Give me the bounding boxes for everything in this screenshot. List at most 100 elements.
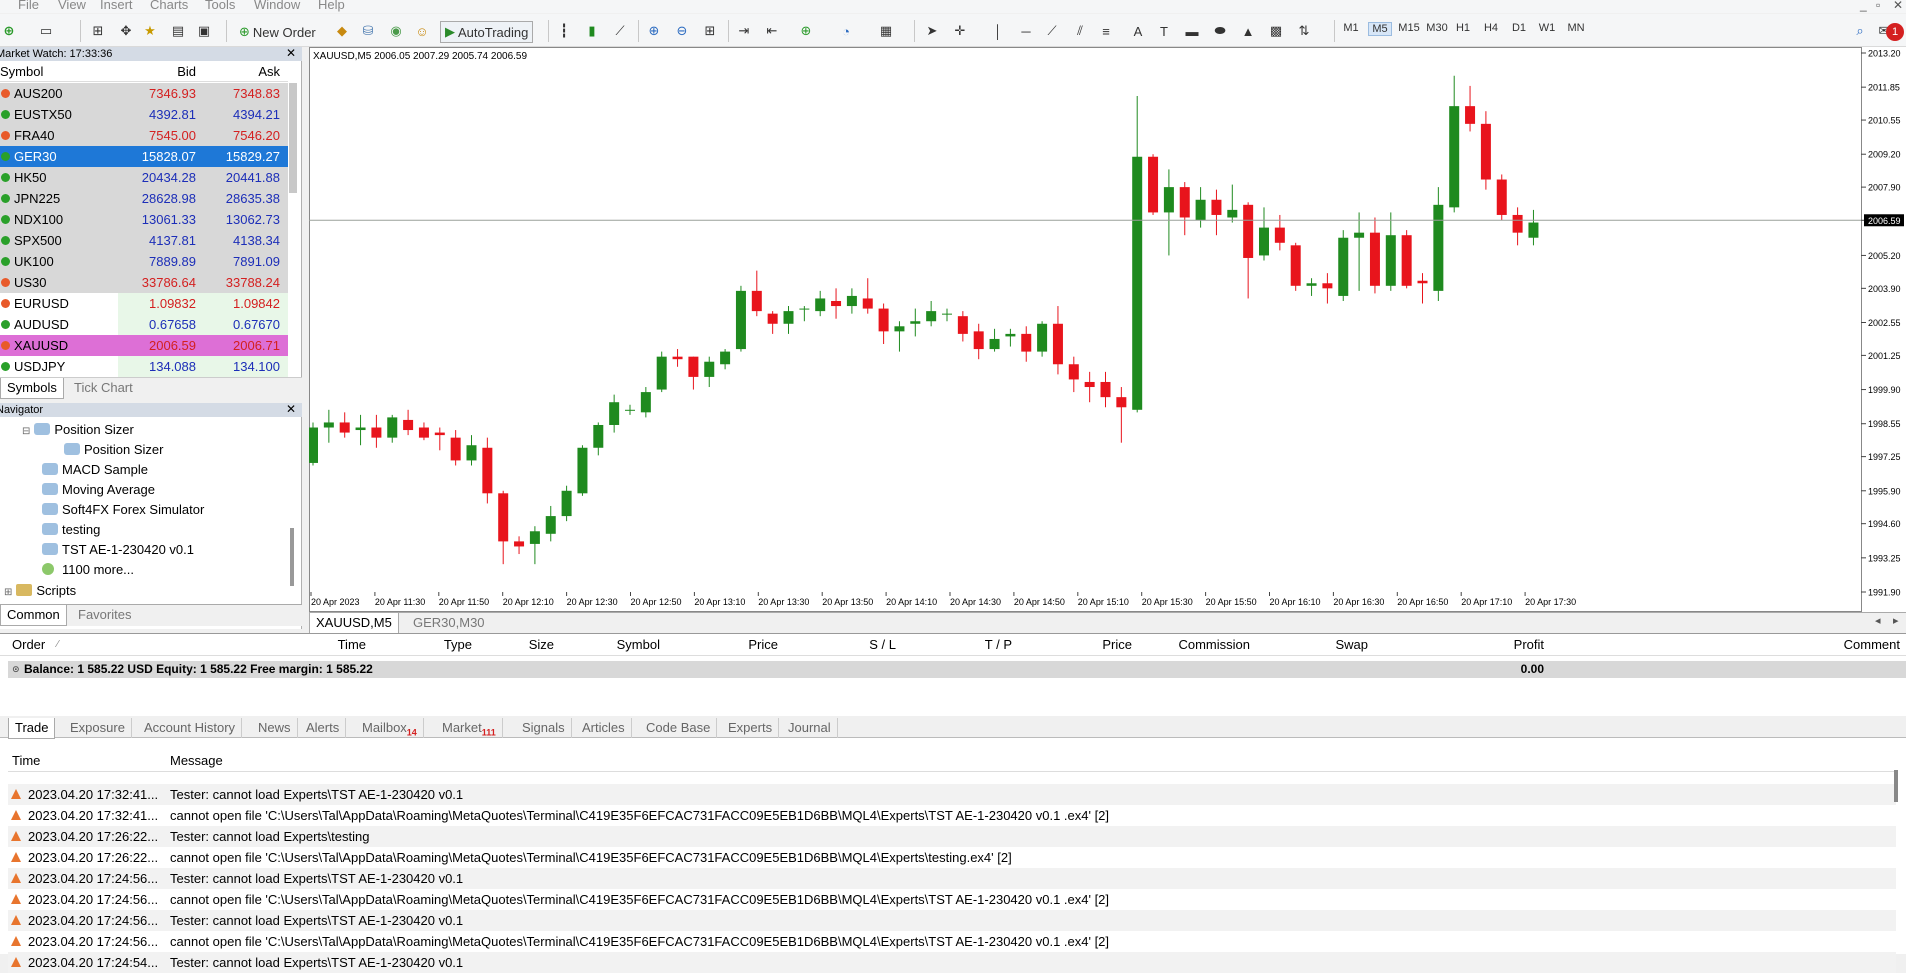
nav-item-soft4fx[interactable]: Soft4FX Forex Simulator bbox=[42, 501, 204, 519]
timeframe-m15[interactable]: M15 bbox=[1396, 22, 1422, 34]
journal-row[interactable]: 2023.04.20 17:24:56.... cannot open file … bbox=[8, 889, 1896, 910]
price2-column-header[interactable]: Price bbox=[1030, 634, 1132, 656]
market-watch-row[interactable]: USDJPY 134.088 134.100 bbox=[0, 356, 288, 377]
tab-code-base[interactable]: Code Base bbox=[640, 718, 718, 738]
candlestick-chart[interactable]: XAUUSD,M5 2006.05 2007.29 2005.74 2006.5… bbox=[309, 47, 1906, 612]
tab-articles[interactable]: Articles bbox=[576, 718, 632, 738]
menu-view[interactable]: View bbox=[58, 0, 86, 12]
tab-ger30-m30[interactable]: GER30,M30 bbox=[407, 613, 491, 633]
tab-tick-chart[interactable]: Tick Chart bbox=[68, 378, 139, 398]
periods-icon[interactable]: ◔ bbox=[838, 21, 854, 41]
triangle-icon[interactable]: ▲ bbox=[1240, 21, 1256, 41]
scroll-right-icon[interactable]: ▸ bbox=[1893, 614, 1899, 627]
trendline-icon[interactable]: ⟋ bbox=[1044, 21, 1060, 41]
zoom-out-icon[interactable]: ⊖ bbox=[674, 21, 690, 41]
timeframe-h4[interactable]: H4 bbox=[1480, 22, 1502, 34]
text-label-icon[interactable]: T bbox=[1156, 21, 1172, 41]
tab-experts[interactable]: Experts bbox=[722, 718, 780, 738]
tile-windows-icon[interactable]: ⊞ bbox=[702, 21, 718, 41]
nav-item-position-sizer[interactable]: Position Sizer bbox=[64, 441, 163, 459]
time-column-header[interactable]: Time bbox=[12, 753, 40, 768]
autoscroll-icon[interactable]: ⇥ bbox=[736, 21, 752, 41]
data-window-icon[interactable]: ✥ bbox=[118, 21, 134, 41]
nav-item-more[interactable]: 1100 more... bbox=[42, 561, 134, 579]
journal-row[interactable]: 2023.04.20 17:24:56.... Tester: cannot lo… bbox=[8, 868, 1896, 889]
timeframe-h1[interactable]: H1 bbox=[1452, 22, 1474, 34]
sl-column-header[interactable]: S / L bbox=[800, 634, 896, 656]
scrollbar[interactable] bbox=[290, 528, 294, 586]
market-watch-row[interactable]: EUSTX50 4392.81 4394.21 bbox=[0, 104, 288, 125]
order-column-header[interactable]: Order bbox=[12, 634, 45, 656]
comment-column-header[interactable]: Comment bbox=[1700, 634, 1900, 656]
text-icon[interactable]: A bbox=[1130, 21, 1146, 41]
bar-chart-icon[interactable]: ┇ bbox=[556, 21, 572, 41]
swap-column-header[interactable]: Swap bbox=[1260, 634, 1368, 656]
size-column-header[interactable]: Size bbox=[480, 634, 554, 656]
fibonacci-icon[interactable]: ≡ bbox=[1098, 21, 1114, 41]
nav-item-testing[interactable]: testing bbox=[42, 521, 100, 539]
tab-journal[interactable]: Journal bbox=[782, 718, 838, 738]
journal-row[interactable]: 2023.04.20 17:32:41.... cannot open file … bbox=[8, 805, 1896, 826]
scroll-left-icon[interactable]: ◂ bbox=[1875, 614, 1881, 627]
indicators-icon[interactable]: ⊕ bbox=[798, 21, 814, 41]
journal-row[interactable]: 2023.04.20 17:24:56.... Tester: cannot lo… bbox=[8, 910, 1896, 931]
autotrading-button[interactable]: ▶ AutoTrading bbox=[440, 21, 534, 43]
journal-row[interactable]: 2023.04.20 17:24:56.... cannot open file … bbox=[8, 931, 1896, 952]
symbol-column-header[interactable]: Symbol bbox=[0, 64, 43, 79]
zoom-in-icon[interactable]: ⊕ bbox=[646, 21, 662, 41]
nav-item-moving-average[interactable]: Moving Average bbox=[42, 481, 155, 499]
timeframe-m1[interactable]: M1 bbox=[1340, 22, 1362, 34]
close-icon[interactable]: ✕ bbox=[286, 46, 296, 60]
new-order-button[interactable]: ⊕ New Order bbox=[234, 21, 321, 43]
rectangle-icon[interactable]: ▬ bbox=[1184, 21, 1200, 41]
strategy-tester-icon[interactable]: ▣ bbox=[196, 21, 212, 41]
message-column-header[interactable]: Message bbox=[170, 753, 223, 768]
journal-row[interactable]: 2023.04.20 17:26:22.... Tester: cannot lo… bbox=[8, 826, 1896, 847]
price-column-header[interactable]: Price bbox=[680, 634, 778, 656]
metaeditor-icon[interactable]: ◆ bbox=[334, 21, 350, 41]
ask-column-header[interactable]: Ask bbox=[200, 64, 280, 79]
timeframe-w1[interactable]: W1 bbox=[1536, 22, 1558, 34]
timeframe-d1[interactable]: D1 bbox=[1508, 22, 1530, 34]
symbol-column-header[interactable]: Symbol bbox=[560, 634, 660, 656]
nav-item-position-sizer-folder[interactable]: ⊟ Position Sizer bbox=[22, 421, 134, 439]
market-watch-row[interactable]: AUS200 7346.93 7348.83 bbox=[0, 83, 288, 104]
menu-help[interactable]: Help bbox=[318, 0, 345, 12]
pattern-icon[interactable]: ▩ bbox=[1268, 21, 1284, 41]
balance-row[interactable]: ⊙ Balance: 1 585.22 USD Equity: 1 585.22… bbox=[8, 661, 1906, 678]
tab-market[interactable]: Market111 bbox=[436, 718, 503, 738]
tab-favorites[interactable]: Favorites bbox=[72, 605, 137, 625]
commission-column-header[interactable]: Commission bbox=[1150, 634, 1250, 656]
nav-item-tst-ae[interactable]: TST AE-1-230420 v0.1 bbox=[42, 541, 194, 559]
new-chart-icon[interactable]: ⊕ bbox=[2, 21, 16, 41]
time-column-header[interactable]: Time bbox=[200, 634, 366, 656]
ellipse-icon[interactable]: ⬬ bbox=[1212, 21, 1228, 41]
database-icon[interactable]: ⛁ bbox=[360, 21, 376, 41]
type-column-header[interactable]: Type bbox=[372, 634, 472, 656]
tab-symbols[interactable]: Symbols bbox=[0, 378, 64, 399]
timeframe-m30[interactable]: M30 bbox=[1424, 22, 1450, 34]
tab-trade[interactable]: Trade bbox=[8, 718, 56, 739]
nav-item-scripts[interactable]: ⊞ Scripts bbox=[4, 582, 76, 600]
tab-account-history[interactable]: Account History bbox=[138, 718, 243, 738]
channels-icon[interactable]: ⫽ bbox=[1072, 21, 1088, 41]
experts-icon[interactable]: ☺ bbox=[414, 21, 430, 41]
market-watch-row[interactable]: GER30 15828.07 15829.27 bbox=[0, 146, 288, 167]
profiles-icon[interactable]: ▭ bbox=[38, 21, 54, 41]
menu-insert[interactable]: Insert bbox=[100, 0, 133, 12]
market-watch-row[interactable]: NDX100 13061.33 13062.73 bbox=[0, 209, 288, 230]
navigator-icon[interactable]: ★ bbox=[142, 21, 158, 41]
timeframe-m5[interactable]: M5 bbox=[1368, 22, 1392, 36]
crosshair-icon[interactable]: ✛ bbox=[952, 21, 968, 41]
journal-row[interactable]: 2023.04.20 17:32:41.... Tester: cannot lo… bbox=[8, 784, 1896, 805]
tab-alerts[interactable]: Alerts bbox=[300, 718, 347, 738]
expand-icon[interactable]: ⊞ bbox=[4, 587, 12, 598]
notification-badge[interactable]: 1 bbox=[1886, 23, 1904, 41]
collapse-icon[interactable]: ⊟ bbox=[22, 426, 30, 437]
tab-xauusd-m5[interactable]: XAUUSD,M5 bbox=[309, 613, 399, 634]
menu-charts[interactable]: Charts bbox=[150, 0, 188, 12]
journal-row[interactable]: 2023.04.20 17:26:22.... cannot open file … bbox=[8, 847, 1896, 868]
tab-signals[interactable]: Signals bbox=[516, 718, 572, 738]
line-chart-icon[interactable]: ⟋ bbox=[612, 21, 628, 41]
tp-column-header[interactable]: T / P bbox=[910, 634, 1012, 656]
